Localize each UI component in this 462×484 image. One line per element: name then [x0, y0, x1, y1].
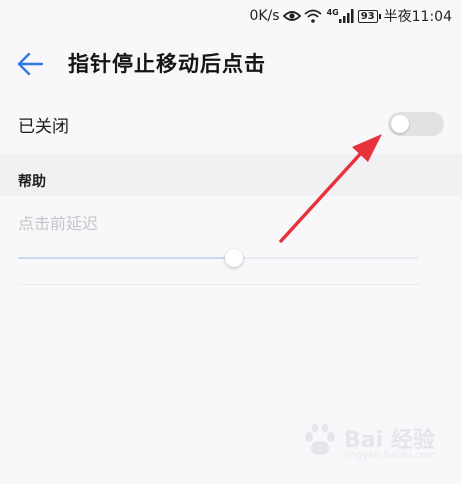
watermark-url: jingyan.baidu.com — [344, 450, 437, 461]
watermark: Bai 经验 jingyan.baidu.com — [298, 416, 448, 472]
toggle-label: 已关闭 — [18, 117, 69, 137]
switch-knob — [391, 115, 409, 133]
slider-thumb[interactable] — [225, 249, 243, 267]
clock: 半夜11:04 — [383, 9, 452, 25]
app-bar: 指针停止移动后点击 — [0, 32, 462, 94]
cellular-signal: 4G — [325, 8, 355, 23]
divider — [18, 284, 420, 285]
battery-icon: 93 — [357, 9, 381, 23]
section-title: 帮助 — [18, 174, 46, 190]
toggle-row[interactable]: 已关闭 — [0, 96, 462, 154]
wifi-icon — [303, 9, 322, 23]
status-icons: 0K/s 4G 93 半夜11:04 — [249, 6, 452, 26]
delay-label: 点击前延迟 — [18, 214, 99, 233]
network-generation: 4G — [326, 8, 339, 17]
arrow-left-icon — [17, 52, 44, 76]
slider-fill — [18, 257, 234, 259]
delay-slider[interactable] — [18, 246, 418, 270]
back-button[interactable] — [12, 46, 48, 82]
paw-logo-icon — [305, 423, 335, 455]
network-speed: 0K/s — [249, 8, 280, 24]
signal-icon — [338, 9, 354, 23]
page-title: 指针停止移动后点击 — [68, 52, 266, 76]
section-header: 帮助 — [0, 154, 462, 196]
status-bar: 0K/s 4G 93 半夜11:04 — [0, 0, 462, 32]
dwell-click-switch[interactable] — [388, 112, 444, 136]
eye-icon — [282, 11, 301, 21]
